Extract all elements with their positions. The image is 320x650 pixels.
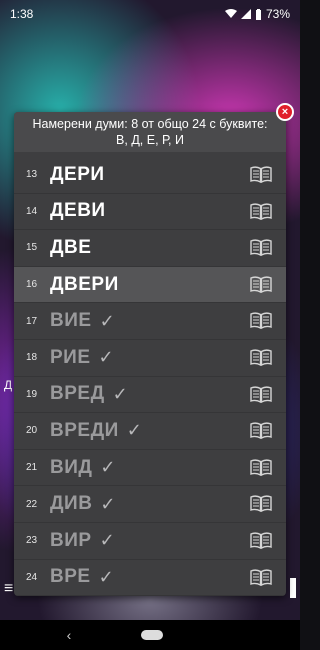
dialog-header-summary: Намерени думи: 8 от общо 24 с буквите: (32, 117, 268, 131)
word-text: ВРЕ (50, 566, 91, 588)
check-icon: ✓ (100, 457, 116, 478)
book-icon[interactable] (250, 349, 272, 366)
book-icon[interactable] (250, 312, 272, 330)
word-text: ВИЕ (50, 310, 92, 332)
word-row[interactable]: 23 ВИР ✓ (14, 523, 286, 560)
book-icon[interactable] (250, 276, 272, 293)
word-list: 13 ДЕРИ 14 ДЕВИ 15 ДВЕ 16 ДВЕРИ 17 ВИЕ ✓ 18 РИЕ ✓ 19 ВР… (14, 157, 286, 596)
word-row[interactable]: 18 РИЕ ✓ (14, 340, 286, 377)
back-icon[interactable]: ‹ (67, 627, 72, 643)
navigation-bar: ‹ (0, 620, 300, 650)
background-label: Д (4, 378, 13, 392)
word-number: 16 (26, 279, 38, 291)
word-number: 24 (26, 571, 38, 583)
close-icon[interactable]: × (276, 103, 294, 121)
word-text: ДВЕ (50, 236, 92, 258)
word-text: ДИВ (50, 493, 93, 515)
word-row[interactable]: 22 ДИВ ✓ (14, 486, 286, 523)
wifi-icon (224, 9, 237, 18)
word-number: 14 (26, 205, 38, 217)
check-icon: ✓ (100, 493, 116, 514)
book-icon[interactable] (250, 495, 272, 513)
battery-icon (255, 8, 261, 20)
home-button[interactable] (141, 630, 164, 640)
check-icon: ✓ (99, 310, 115, 331)
book-icon[interactable] (250, 385, 272, 403)
word-row[interactable]: 21 ВИД ✓ (14, 450, 286, 487)
word-number: 19 (26, 388, 38, 400)
book-icon[interactable] (250, 422, 272, 440)
status-bar: 1:38 73% (0, 0, 300, 28)
word-text: ДВЕРИ (50, 273, 119, 295)
word-number: 23 (26, 535, 38, 547)
signal-icon (240, 9, 251, 19)
word-number: 21 (26, 462, 38, 474)
check-icon: ✓ (99, 530, 115, 551)
word-text: ВРЕДИ (50, 419, 119, 441)
found-words-dialog: Намерени думи: 8 от общо 24 с буквите: В… (14, 112, 286, 596)
check-icon: ✓ (98, 566, 114, 587)
book-icon[interactable] (250, 532, 272, 549)
word-row[interactable]: 19 ВРЕД ✓ (14, 377, 286, 414)
background-side-element (290, 578, 296, 598)
word-text: ДЕРИ (50, 163, 105, 185)
book-icon[interactable] (250, 239, 272, 257)
word-row[interactable]: 24 ВРЕ ✓ (14, 560, 286, 596)
book-icon[interactable] (250, 203, 272, 220)
word-number: 17 (26, 315, 38, 327)
menu-icon[interactable]: ≡ (4, 580, 13, 598)
word-number: 22 (26, 498, 38, 510)
word-row[interactable]: 20 ВРЕДИ ✓ (14, 413, 286, 450)
book-icon[interactable] (250, 568, 272, 586)
word-number: 15 (26, 242, 38, 254)
battery-percent: 73% (265, 7, 290, 21)
word-row[interactable]: 14 ДЕВИ (14, 194, 286, 231)
dialog-header-letters: В, Д, Е, Р, И (116, 133, 184, 147)
word-text: ВИР (50, 529, 92, 551)
word-row[interactable]: 16 ДВЕРИ (14, 266, 286, 304)
word-number: 18 (26, 352, 38, 364)
word-text: ВИД (50, 456, 93, 478)
status-time: 1:38 (10, 7, 34, 21)
word-text: ДЕВИ (50, 200, 106, 222)
dialog-header: Намерени думи: 8 от общо 24 с буквите: В… (14, 112, 286, 152)
word-row[interactable]: 17 ВИЕ ✓ (14, 303, 286, 340)
status-right: 73% (224, 7, 290, 21)
book-icon[interactable] (250, 166, 272, 183)
check-icon: ✓ (98, 347, 114, 368)
word-number: 20 (26, 425, 38, 437)
word-text: ВРЕД (50, 383, 105, 405)
word-row[interactable]: 15 ДВЕ (14, 230, 286, 267)
book-icon[interactable] (250, 459, 272, 476)
check-icon: ✓ (112, 383, 128, 404)
word-number: 13 (26, 169, 38, 181)
word-row[interactable]: 13 ДЕРИ (14, 157, 286, 194)
check-icon: ✓ (126, 420, 142, 441)
word-text: РИЕ (50, 346, 91, 368)
